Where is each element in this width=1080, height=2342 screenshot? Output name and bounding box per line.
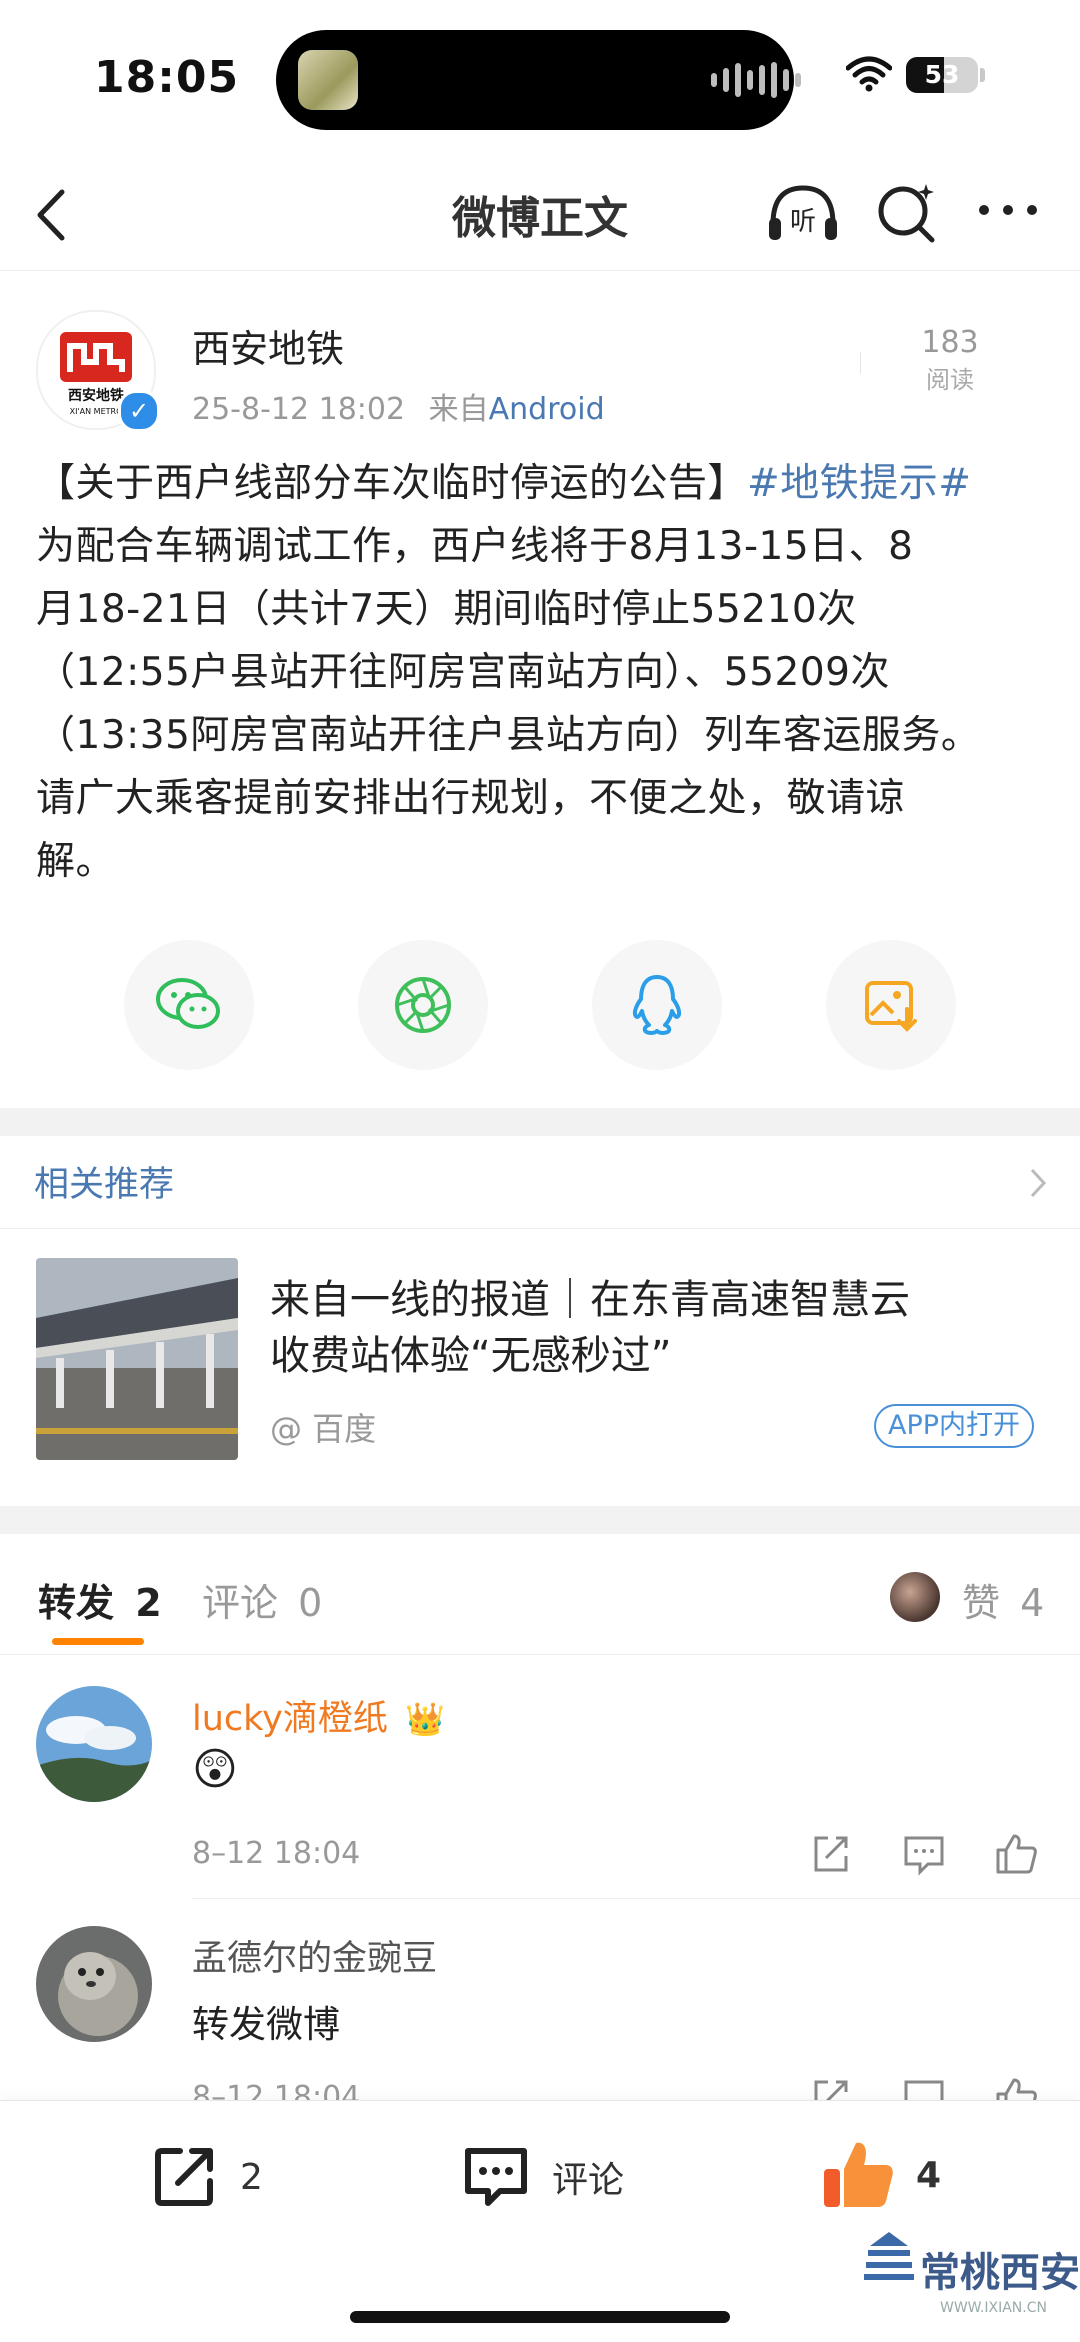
share-wechat-button[interactable] — [124, 940, 254, 1070]
like-filled-icon — [824, 2142, 893, 2207]
recommendation-thumbnail[interactable] — [36, 1258, 238, 1460]
toll-station-image — [36, 1258, 238, 1460]
moments-icon — [395, 977, 451, 1033]
divider — [192, 1898, 1080, 1899]
section-gap — [0, 1108, 1080, 1136]
watermark-url: WWW.IXIAN.CN — [940, 2300, 1047, 2316]
nav-bar: 微博正文 听 — [0, 160, 1080, 271]
tab-comments[interactable]: 评论 0 — [202, 1572, 322, 1627]
now-playing-thumbnail — [298, 50, 358, 110]
hashtag-link[interactable]: #地铁提示# — [747, 461, 971, 506]
audio-wave-icon — [711, 62, 801, 98]
seal-avatar-image — [36, 1926, 152, 2042]
verified-badge: ✓ — [118, 390, 160, 432]
repost-username[interactable]: lucky滴橙纸 👑 — [192, 1690, 445, 1741]
liker-avatar[interactable] — [890, 1572, 940, 1622]
source-prefix: 来自 — [428, 392, 489, 427]
repost-avatar[interactable] — [36, 1686, 152, 1802]
bottom-comment-button[interactable]: 评论 — [460, 2141, 624, 2213]
post-line: 【关于西户线部分车次临时停运的公告】#地铁提示# — [36, 461, 972, 506]
bottom-action-bar: 2 评论 4 — [0, 2100, 1080, 2342]
author-name[interactable]: 西安地铁 — [192, 318, 344, 373]
status-time: 18:05 — [94, 52, 240, 103]
tab-reposts[interactable]: 转发 2 — [38, 1572, 162, 1627]
share-moments-button[interactable] — [358, 940, 488, 1070]
battery-level: 53 — [924, 60, 960, 89]
share-qq-button[interactable] — [592, 940, 722, 1070]
repost-avatar[interactable] — [36, 1926, 152, 2042]
repost-text: 转发微博 — [192, 2003, 340, 2046]
listen-icon[interactable]: 听 — [763, 178, 843, 248]
dynamic-island[interactable] — [276, 30, 801, 130]
tab-likes[interactable]: 赞 4 — [962, 1572, 1044, 1627]
repost-icon[interactable] — [808, 1832, 852, 1876]
search-icon[interactable] — [872, 178, 942, 248]
recommendation-source: @ 百度 — [270, 1410, 377, 1448]
post-meta: 25-8-12 18:02 来自Android — [192, 384, 605, 428]
post-body: 【关于西户线部分车次临时停运的公告】#地铁提示# 为配合车辆调试工作，西户线将于… — [36, 452, 1046, 893]
post-line: 解。 — [36, 839, 116, 884]
chevron-right-icon[interactable] — [1028, 1166, 1048, 1200]
post-line: （12:55户县站开往阿房宫南站方向）、55209次 — [36, 650, 890, 695]
read-divider — [860, 352, 861, 374]
repost-time: 8–12 18:04 — [192, 1836, 361, 1871]
post-line: 为配合车辆调试工作，西户线将于8月13-15日、8 — [36, 524, 914, 569]
related-title: 相关推荐 — [34, 1165, 175, 1205]
comment-icon[interactable] — [902, 1832, 946, 1876]
more-icon[interactable] — [976, 200, 1040, 220]
svg-text:西安地铁: 西安地铁 — [68, 387, 124, 404]
sky-avatar-image — [36, 1686, 152, 1802]
divider — [0, 1654, 1080, 1655]
post-line: （13:35阿房宫南站开往户县站方向）列车客运服务。 — [36, 713, 981, 758]
open-in-app-button[interactable]: APP内打开 — [874, 1404, 1035, 1448]
bottom-repost-button[interactable]: 2 — [148, 2141, 263, 2213]
save-image-icon — [865, 981, 917, 1032]
save-image-button[interactable] — [826, 940, 956, 1070]
post-date: 25-8-12 18:02 — [192, 392, 406, 427]
like-icon[interactable] — [994, 1832, 1038, 1876]
repost-username[interactable]: 孟德尔的金豌豆 — [192, 1930, 437, 1981]
member-crown-icon: 👑 — [405, 1700, 445, 1738]
read-label: 阅读 — [926, 366, 974, 394]
qq-icon — [632, 975, 682, 1035]
svg-text:听: 听 — [790, 207, 816, 237]
post-line: 月18-21日（共计7天）期间临时停止55210次 — [36, 587, 857, 632]
wechat-icon — [156, 978, 220, 1029]
svg-text:XI'AN METRO: XI'AN METRO — [70, 407, 123, 416]
battery-tip — [980, 68, 985, 82]
divider — [0, 1228, 1080, 1229]
home-indicator[interactable] — [350, 2311, 730, 2323]
read-count: 183 — [921, 325, 979, 360]
battery-indicator: 53 — [906, 57, 978, 93]
post-line: 请广大乘客提前安排出行规划，不便之处，敬请谅 — [36, 776, 906, 821]
watermark-logo-icon — [864, 2232, 914, 2280]
repost-text: 😲 — [192, 1744, 238, 1795]
repost-icon — [155, 2148, 213, 2206]
bottom-like-button[interactable]: 4 — [820, 2137, 941, 2213]
comment-icon — [465, 2148, 527, 2206]
recommendation-title[interactable]: 来自一线的报道｜在东青高速智慧云 收费站体验“无感秒过” — [270, 1272, 1040, 1384]
active-tab-indicator — [52, 1638, 144, 1645]
status-bar: 18:05 53 — [0, 0, 1080, 160]
post-source[interactable]: Android — [489, 392, 605, 427]
wifi-icon — [846, 56, 892, 92]
section-gap — [0, 1506, 1080, 1534]
watermark-text: 常桃西安 — [920, 2249, 1080, 2296]
